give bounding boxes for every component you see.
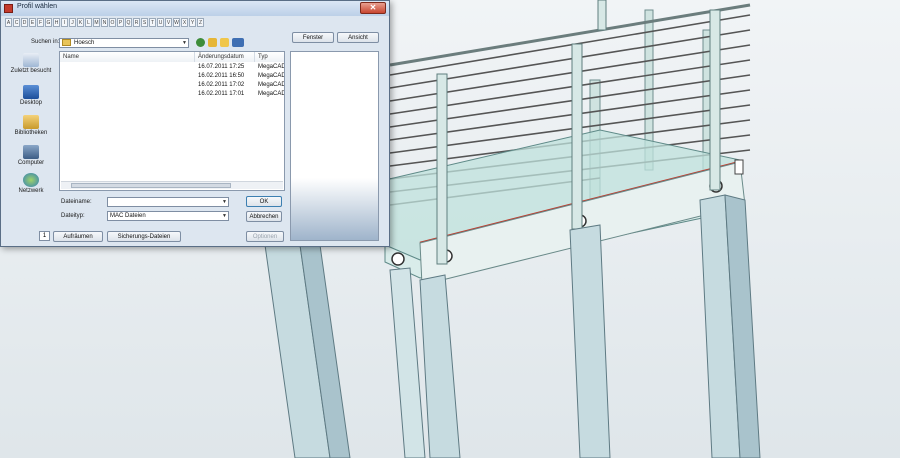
place-computer[interactable]: Computer (5, 145, 57, 166)
cancel-button[interactable]: Abbrechen (246, 211, 282, 222)
letter-filter-bar: ACDEFGHIJKLMNOPQRSTUVWXYZ (5, 18, 204, 29)
backup-files-button[interactable]: Sicherungs-Dateien (107, 231, 181, 242)
network-icon (23, 173, 39, 187)
column-name[interactable]: Name (60, 52, 195, 62)
letter-filter-k[interactable]: K (77, 18, 84, 27)
ansicht-button[interactable]: Ansicht (337, 32, 379, 43)
letter-filter-r[interactable]: R (133, 18, 140, 27)
filename-input[interactable]: ▼ (107, 197, 229, 207)
preview-pane (290, 51, 379, 241)
desktop-icon (23, 85, 39, 99)
dialog-title: Profil wählen (17, 3, 58, 10)
letter-filter-t[interactable]: T (149, 18, 156, 27)
dialog-titlebar[interactable]: Profil wählen ✕ (1, 1, 389, 16)
letter-filter-y[interactable]: Y (189, 18, 196, 27)
scrollbar-thumb[interactable] (71, 183, 231, 188)
place-label: Bibliotheken (14, 130, 48, 136)
letter-filter-i[interactable]: I (61, 18, 68, 27)
column-date[interactable]: Änderungsdatum (195, 52, 255, 62)
letter-filter-x[interactable]: X (181, 18, 188, 27)
place-network[interactable]: Netzwerk (5, 173, 57, 194)
filetype-value: MAC Dateien (110, 213, 146, 219)
letter-filter-c[interactable]: C (13, 18, 20, 27)
filename-label: Dateiname: (61, 199, 92, 205)
computer-icon (23, 145, 39, 159)
place-libraries[interactable]: Bibliotheken (5, 115, 57, 136)
recent-places-icon (23, 53, 39, 67)
place-label: Computer (17, 160, 45, 166)
fenster-button[interactable]: Fenster (292, 32, 334, 43)
lookin-value: Hoesch (74, 40, 95, 47)
place-label: Zuletzt besucht (10, 68, 52, 74)
file-list[interactable]: Name Änderungsdatum Typ Bodenplatte.MAC1… (59, 51, 285, 191)
folder-icon (62, 39, 71, 46)
chevron-down-icon: ▼ (182, 40, 187, 46)
up-folder-icon[interactable] (208, 38, 217, 47)
counter-field[interactable]: 1 (39, 231, 50, 241)
letter-filter-u[interactable]: U (157, 18, 164, 27)
file-type: MegaCAD (258, 64, 284, 70)
letter-filter-f[interactable]: F (37, 18, 44, 27)
chevron-down-icon: ▼ (222, 199, 227, 205)
letter-filter-d[interactable]: D (21, 18, 28, 27)
letter-filter-z[interactable]: Z (197, 18, 204, 27)
file-date: 16.02.2011 17:02 (198, 82, 245, 88)
letter-filter-l[interactable]: L (85, 18, 92, 27)
letter-filter-q[interactable]: Q (125, 18, 132, 27)
lookin-label: Suchen in: (31, 39, 60, 45)
file-row[interactable]: isodach_integral_TL95.MAC16.02.2011 17:0… (60, 81, 284, 90)
file-row[interactable]: isodach_integral_TL115.MAC16.02.2011 17:… (60, 90, 284, 99)
lookin-combo[interactable]: Hoesch ▼ (59, 38, 189, 48)
place-label: Desktop (19, 100, 42, 106)
letter-filter-s[interactable]: S (141, 18, 148, 27)
options-button: Optionen (246, 231, 284, 242)
view-menu-icon[interactable] (232, 38, 244, 47)
chevron-down-icon: ▼ (222, 213, 227, 219)
libraries-icon (23, 115, 39, 129)
file-date: 16.02.2011 17:01 (198, 91, 245, 97)
letter-filter-o[interactable]: O (109, 18, 116, 27)
place-label: Netzwerk (18, 188, 44, 194)
letter-filter-p[interactable]: P (117, 18, 124, 27)
file-date: 16.07.2011 17:25 (198, 64, 245, 70)
file-type: MegaCAD (258, 82, 284, 88)
places-bar: Zuletzt besucht Desktop Bibliotheken Com… (5, 49, 57, 199)
aufraeumen-button[interactable]: Aufräumen (53, 231, 103, 242)
letter-filter-v[interactable]: V (165, 18, 172, 27)
new-folder-icon[interactable] (220, 38, 229, 47)
place-recent[interactable]: Zuletzt besucht (5, 53, 57, 74)
letter-filter-g[interactable]: G (45, 18, 52, 27)
letter-filter-m[interactable]: M (93, 18, 100, 27)
file-row[interactable]: Bodenplatte.MAC16.07.2011 17:25MegaCAD (60, 63, 284, 72)
app-icon (4, 4, 13, 13)
file-type: MegaCAD (258, 73, 284, 79)
horizontal-scrollbar[interactable] (61, 181, 283, 189)
file-date: 16.02.2011 16:50 (198, 73, 245, 79)
letter-filter-a[interactable]: A (5, 18, 12, 27)
letter-filter-n[interactable]: N (101, 18, 108, 27)
letter-filter-w[interactable]: W (173, 18, 180, 27)
filetype-select[interactable]: MAC Dateien ▼ (107, 211, 229, 221)
letter-filter-j[interactable]: J (69, 18, 76, 27)
profile-dialog: Profil wählen ✕ ACDEFGHIJKLMNOPQRSTUVWXY… (0, 0, 390, 247)
filetype-label: Dateityp: (61, 213, 85, 219)
file-type: MegaCAD (258, 91, 284, 97)
column-type[interactable]: Typ (255, 52, 284, 62)
close-button[interactable]: ✕ (360, 2, 386, 14)
letter-filter-h[interactable]: H (53, 18, 60, 27)
place-desktop[interactable]: Desktop (5, 85, 57, 106)
file-row[interactable]: isodach_integral_TL75.MAC16.02.2011 16:5… (60, 72, 284, 81)
ok-button[interactable]: OK (246, 196, 282, 207)
back-icon[interactable] (196, 38, 205, 47)
letter-filter-e[interactable]: E (29, 18, 36, 27)
